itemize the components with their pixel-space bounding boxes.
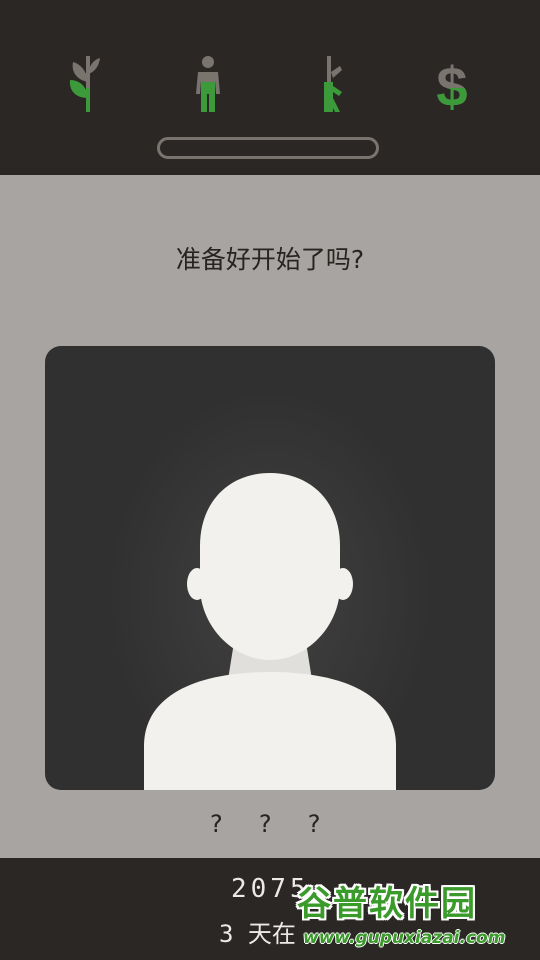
year-progress-bar xyxy=(157,137,379,159)
stats-bar: $ $ xyxy=(0,0,540,175)
church-icon xyxy=(69,56,100,112)
question-text: 准备好开始了吗? xyxy=(175,245,365,274)
character-silhouette xyxy=(144,473,396,790)
watermark-url: www.gupuxiazai.com xyxy=(303,928,506,948)
people-icon xyxy=(196,56,220,112)
watermark-title: 谷普软件园 xyxy=(297,884,477,924)
watermark: 谷普软件园 www.gupuxiazai.com xyxy=(297,876,537,954)
money-icon: $ $ xyxy=(436,55,467,116)
character-name: ? ? ? xyxy=(208,810,332,838)
days-in-power: 3 天在 xyxy=(219,920,296,948)
character-card[interactable] xyxy=(45,346,495,790)
army-icon xyxy=(324,56,342,112)
